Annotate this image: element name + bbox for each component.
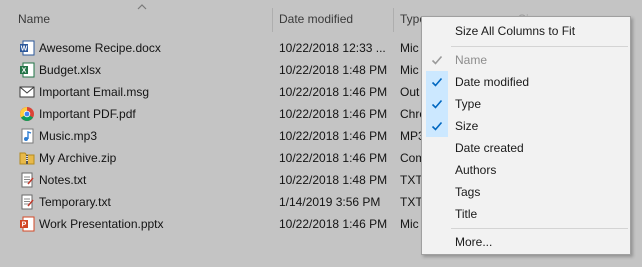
zip-folder-icon xyxy=(19,152,35,165)
menu-item-label: More... xyxy=(455,235,493,249)
file-type: TXT xyxy=(400,173,422,187)
file-name: Work Presentation.pptx xyxy=(39,217,164,231)
excel-icon: X xyxy=(20,62,35,78)
menu-item-title[interactable]: Title xyxy=(422,203,630,225)
file-name: Important PDF.pdf xyxy=(39,107,136,121)
menu-item-label: Type xyxy=(455,97,482,111)
menu-item-authors[interactable]: Authors xyxy=(422,159,630,181)
text-file-icon xyxy=(21,172,34,188)
file-name: Awesome Recipe.docx xyxy=(39,41,161,55)
column-header-type[interactable]: Type xyxy=(394,8,422,30)
file-name: Music.mp3 xyxy=(39,129,98,143)
menu-item-more[interactable]: More... xyxy=(422,231,630,253)
column-context-menu: Size All Columns to Fit Name Date modifi… xyxy=(421,16,631,255)
column-header-name[interactable]: Name xyxy=(12,8,272,30)
menu-item-label: Tags xyxy=(455,185,481,199)
menu-item-tags[interactable]: Tags xyxy=(422,181,630,203)
menu-item-label: Authors xyxy=(455,163,497,177)
file-date-modified: 10/22/2018 1:46 PM xyxy=(279,107,388,121)
menu-item-label: Size xyxy=(455,119,479,133)
menu-item-label: Title xyxy=(455,207,478,221)
file-name: My Archive.zip xyxy=(39,151,117,165)
text-file-icon xyxy=(21,194,34,210)
menu-separator xyxy=(451,228,628,229)
column-header-date-modified-label: Date modified xyxy=(279,12,354,26)
file-date-modified: 10/22/2018 1:46 PM xyxy=(279,151,388,165)
checkmark-icon xyxy=(426,71,448,93)
file-type: Chro xyxy=(400,107,422,121)
checkmark-icon xyxy=(426,115,448,137)
file-type: Mic xyxy=(400,63,419,77)
menu-item-label: Date modified xyxy=(455,75,530,89)
menu-item-label: Size All Columns to Fit xyxy=(455,24,576,38)
checkmark-icon xyxy=(426,49,448,71)
svg-text:W: W xyxy=(21,46,28,53)
file-date-modified: 10/22/2018 1:46 PM xyxy=(279,217,388,231)
menu-separator xyxy=(451,46,628,47)
file-name: Temporary.txt xyxy=(39,195,111,209)
file-date-modified: 10/22/2018 1:46 PM xyxy=(279,85,388,99)
column-header-type-label: Type xyxy=(400,12,422,26)
menu-item-date-modified[interactable]: Date modified xyxy=(422,71,630,93)
file-type: TXT xyxy=(400,195,422,209)
file-date-modified: 10/22/2018 1:46 PM xyxy=(279,129,388,143)
file-date-modified: 10/22/2018 1:48 PM xyxy=(279,63,388,77)
column-header-name-label: Name xyxy=(18,12,51,26)
menu-item-size-all-columns[interactable]: Size All Columns to Fit xyxy=(422,20,630,42)
svg-text:X: X xyxy=(22,68,27,75)
menu-item-type[interactable]: Type xyxy=(422,93,630,115)
svg-text:P: P xyxy=(22,222,27,229)
column-header-date-modified[interactable]: Date modified xyxy=(273,8,393,30)
file-name: Budget.xlsx xyxy=(39,63,102,77)
music-icon xyxy=(21,128,34,144)
file-type: Mic xyxy=(400,41,419,55)
checkmark-icon xyxy=(426,93,448,115)
powerpoint-icon: P xyxy=(20,216,35,232)
word-doc-icon: W xyxy=(20,40,35,56)
menu-item-label: Date created xyxy=(455,141,524,155)
file-type: Mic xyxy=(400,217,419,231)
file-date-modified: 1/14/2019 3:56 PM xyxy=(279,195,381,209)
menu-item-size[interactable]: Size xyxy=(422,115,630,137)
menu-item-label: Name xyxy=(455,53,488,67)
file-date-modified: 10/22/2018 12:33 ... xyxy=(279,41,386,55)
menu-item-name: Name xyxy=(422,49,630,71)
file-type: Com xyxy=(400,151,422,165)
email-icon xyxy=(19,86,35,98)
chrome-icon xyxy=(20,107,34,121)
file-type: Out xyxy=(400,85,420,99)
file-name: Important Email.msg xyxy=(39,85,150,99)
file-name: Notes.txt xyxy=(39,173,87,187)
file-date-modified: 10/22/2018 1:48 PM xyxy=(279,173,388,187)
file-type: MP3 xyxy=(400,129,422,143)
menu-item-date-created[interactable]: Date created xyxy=(422,137,630,159)
